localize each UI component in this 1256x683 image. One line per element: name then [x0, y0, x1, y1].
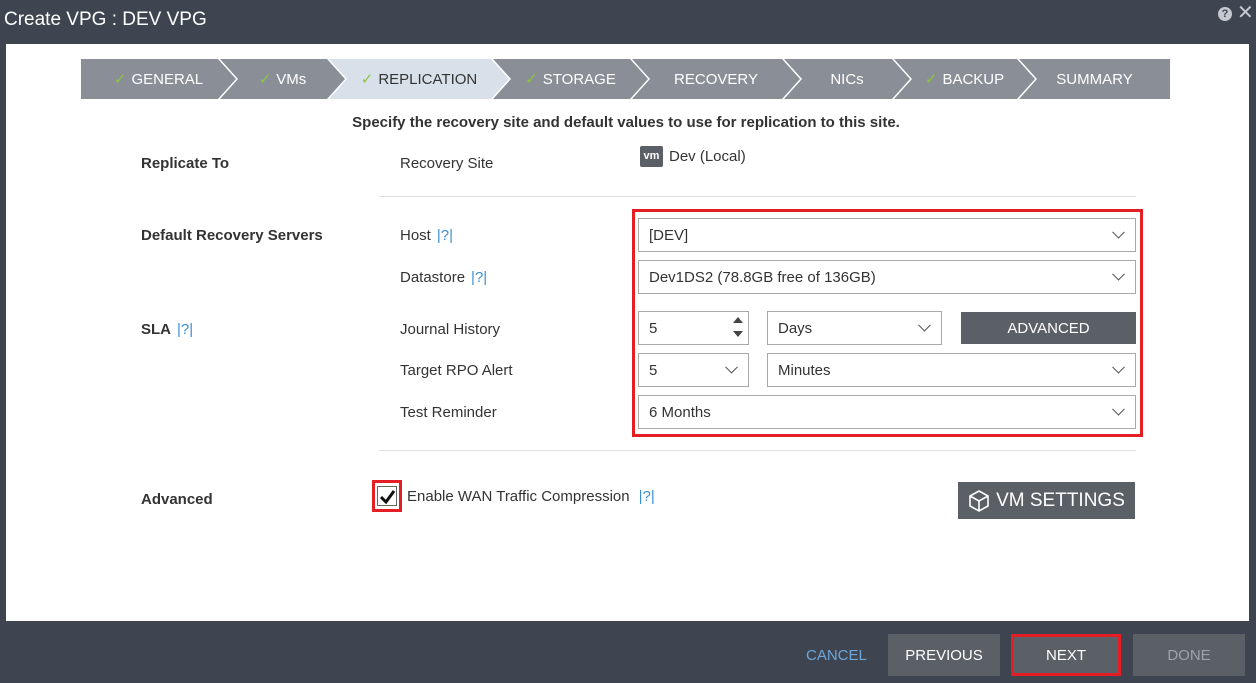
- target-rpo-label: Target RPO Alert: [400, 362, 513, 379]
- cube-icon: [969, 489, 989, 512]
- help-icon[interactable]: ?: [1218, 7, 1232, 21]
- check-icon: ✓: [360, 71, 374, 88]
- test-reminder-label: Test Reminder: [400, 404, 497, 421]
- check-icon: ✓: [258, 71, 272, 88]
- create-vpg-dialog: Create VPG : DEV VPG ? ✕ ✓ GENERAL ✓ VMs ✓…: [0, 0, 1256, 683]
- done-button[interactable]: DONE: [1133, 634, 1245, 676]
- check-icon: ✓: [525, 71, 538, 88]
- vmware-logo-icon: vm: [640, 146, 663, 167]
- check-icon: ✓: [924, 71, 938, 88]
- wan-help-link[interactable]: |?|: [639, 488, 655, 505]
- vm-settings-button[interactable]: VM SETTINGS: [958, 482, 1135, 519]
- step-general[interactable]: ✓ GENERAL: [81, 59, 236, 99]
- chevron-down-icon: [1112, 225, 1125, 239]
- check-icon: ✓: [113, 71, 127, 88]
- spin-down-icon[interactable]: [733, 331, 743, 337]
- next-button[interactable]: NEXT: [1011, 634, 1121, 676]
- datastore-help-link[interactable]: |?|: [471, 269, 487, 286]
- wizard-steps: ✓ GENERAL ✓ VMs ✓ REPLICATION ✓ STORAGE RECO…: [81, 59, 1170, 99]
- chevron-down-icon: [1112, 360, 1125, 374]
- wan-compression-checkbox[interactable]: [377, 486, 397, 506]
- step-recovery[interactable]: RECOVERY: [632, 59, 800, 99]
- close-icon[interactable]: ✕: [1237, 2, 1254, 24]
- title-bar: Create VPG : DEV VPG ? ✕: [0, 0, 1256, 44]
- previous-button[interactable]: PREVIOUS: [888, 634, 1000, 676]
- sla-help-link[interactable]: |?|: [177, 321, 193, 338]
- step-replication[interactable]: ✓ REPLICATION: [329, 59, 509, 99]
- divider: [379, 196, 1136, 197]
- section-default-recovery-servers: Default Recovery Servers: [141, 227, 323, 244]
- host-select[interactable]: [DEV]: [638, 218, 1136, 252]
- chevron-down-icon: [725, 360, 738, 374]
- chevron-down-icon: [1112, 267, 1125, 281]
- spin-up-icon[interactable]: [733, 317, 743, 323]
- recovery-site-label: Recovery Site: [400, 155, 494, 172]
- datastore-select[interactable]: Dev1DS2 (78.8GB free of 136GB): [638, 260, 1136, 294]
- journal-history-unit-select[interactable]: Days: [767, 311, 942, 345]
- chevron-down-icon: [918, 318, 931, 332]
- journal-history-label: Journal History: [400, 321, 501, 338]
- step-vms[interactable]: ✓ VMs: [220, 59, 345, 99]
- wan-compression-label: Enable WAN Traffic Compression |?|: [407, 488, 655, 505]
- step-backup[interactable]: ✓ BACKUP: [894, 59, 1035, 99]
- test-reminder-select[interactable]: 6 Months: [638, 395, 1136, 429]
- section-advanced: Advanced: [141, 491, 213, 508]
- journal-history-stepper[interactable]: 5: [638, 311, 749, 345]
- target-rpo-select[interactable]: 5: [638, 353, 749, 387]
- chevron-down-icon: [1112, 402, 1125, 416]
- section-replicate-to: Replicate To: [141, 155, 230, 172]
- checkmark-icon: [379, 490, 396, 505]
- section-sla: SLA |?|: [141, 321, 194, 338]
- host-label: Host |?|: [400, 227, 453, 244]
- dialog-title: Create VPG : DEV VPG: [4, 9, 207, 30]
- page-subtitle: Specify the recovery site and default va…: [352, 114, 900, 131]
- advanced-button[interactable]: ADVANCED: [961, 312, 1136, 344]
- datastore-label: Datastore |?|: [400, 269, 488, 286]
- divider: [379, 450, 1136, 451]
- step-storage[interactable]: ✓ STORAGE: [493, 59, 648, 99]
- recovery-site-value: Dev (Local): [669, 148, 746, 165]
- step-nics[interactable]: NICs: [784, 59, 910, 99]
- host-help-link[interactable]: |?|: [437, 227, 453, 244]
- step-summary[interactable]: SUMMARY: [1019, 59, 1170, 99]
- target-rpo-unit-select[interactable]: Minutes: [767, 353, 1136, 387]
- cancel-button[interactable]: CANCEL: [806, 647, 867, 664]
